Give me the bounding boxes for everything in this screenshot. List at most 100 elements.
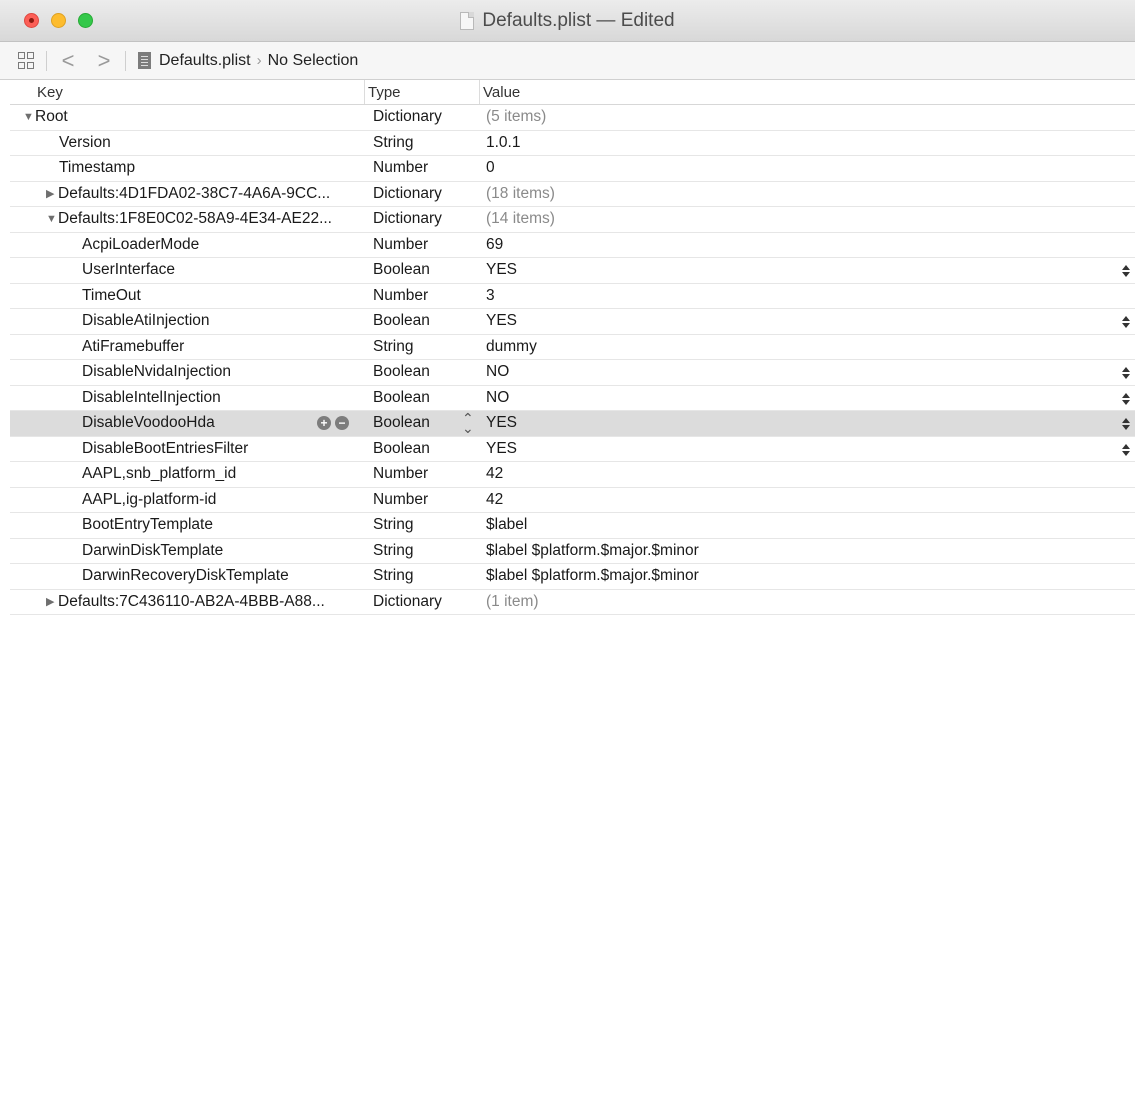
forward-button[interactable]: > — [93, 49, 115, 72]
row-type: Boolean — [373, 388, 430, 406]
row-value[interactable]: 69 — [480, 236, 1135, 254]
table-row[interactable]: ▶ Defaults:4D1FDA02-38C7-4A6A-9CC... Dict… — [10, 182, 1135, 207]
table-row[interactable]: ▶ Defaults:7C436110-AB2A-4BBB-A88... Dict… — [10, 590, 1135, 615]
add-item-icon[interactable]: + — [317, 416, 331, 430]
row-value[interactable]: dummy — [480, 338, 1135, 356]
table-row[interactable]: UserInterface Boolean YES — [10, 258, 1135, 284]
row-type: String — [373, 567, 414, 585]
row-key: AcpiLoaderMode — [82, 235, 200, 253]
row-key: TimeOut — [82, 286, 141, 304]
row-value[interactable]: $label — [480, 516, 1135, 534]
row-value[interactable]: $label $platform.$major.$minor — [480, 542, 1135, 560]
title-bar: Defaults.plist — Edited — [0, 0, 1135, 42]
table-row[interactable]: DisableIntelInjection Boolean NO — [10, 386, 1135, 411]
table-row[interactable]: ▼ Root Dictionary (5 items) — [10, 105, 1135, 131]
row-type: Dictionary — [373, 210, 442, 228]
row-value[interactable]: $label $platform.$major.$minor — [480, 567, 1135, 585]
row-edit-controls: + − — [317, 416, 349, 430]
row-type: String — [373, 337, 414, 355]
row-value[interactable]: YES — [480, 312, 1135, 330]
table-row[interactable]: Version String 1.0.1 — [10, 131, 1135, 156]
row-value[interactable]: 3 — [480, 287, 1135, 305]
table-row[interactable]: ▼ Defaults:1F8E0C02-58A9-4E34-AE22... Dic… — [10, 207, 1135, 233]
column-header-key[interactable]: Key — [10, 80, 365, 104]
row-type: Number — [373, 465, 429, 483]
row-key: DarwinRecoveryDiskTemplate — [82, 567, 289, 585]
row-value[interactable]: 42 — [480, 491, 1135, 509]
row-key: AAPL,snb_platform_id — [82, 465, 237, 483]
row-key: DisableNvidaInjection — [82, 363, 232, 381]
table-row[interactable]: DarwinDiskTemplate String $label $platfo… — [10, 539, 1135, 564]
divider — [125, 50, 126, 71]
breadcrumb-file[interactable]: Defaults.plist — [159, 52, 251, 70]
row-type: Boolean — [373, 312, 430, 330]
document-icon — [460, 12, 475, 30]
table-row[interactable]: AtiFramebuffer String dummy — [10, 335, 1135, 360]
disclosure-expanded-icon[interactable]: ▼ — [23, 111, 35, 123]
row-value[interactable]: YES — [480, 261, 1135, 279]
remove-item-icon[interactable]: − — [335, 416, 349, 430]
table-header: Key Type Value — [10, 80, 1135, 105]
breadcrumb-selection[interactable]: No Selection — [268, 52, 359, 70]
disclosure-collapsed-icon[interactable]: ▶ — [46, 595, 58, 608]
row-key: Defaults:7C436110-AB2A-4BBB-A88... — [58, 592, 325, 610]
row-type: Boolean — [373, 363, 430, 381]
row-value[interactable]: 1.0.1 — [480, 134, 1135, 152]
row-key: Defaults:1F8E0C02-58A9-4E34-AE22... — [58, 210, 332, 228]
row-key: BootEntryTemplate — [82, 516, 213, 534]
row-type: String — [373, 541, 414, 559]
table-row[interactable]: AAPL,ig-platform-id Number 42 — [10, 488, 1135, 513]
row-type: Dictionary — [373, 184, 442, 202]
column-header-value[interactable]: Value — [480, 84, 520, 101]
table-row-selected[interactable]: DisableVoodooHda + − Boolean ⌃ ⌄ YES — [10, 411, 1135, 437]
row-key: Defaults:4D1FDA02-38C7-4A6A-9CC... — [58, 184, 331, 202]
row-value[interactable]: YES — [480, 414, 1135, 432]
boolean-stepper[interactable] — [1121, 364, 1131, 382]
row-key: Root — [35, 108, 68, 126]
row-value: (18 items) — [486, 184, 555, 202]
table-row[interactable]: Timestamp Number 0 — [10, 156, 1135, 182]
row-type: Boolean — [373, 439, 430, 457]
table-row[interactable]: BootEntryTemplate String $label — [10, 513, 1135, 539]
table-row[interactable]: DarwinRecoveryDiskTemplate String $label… — [10, 564, 1135, 590]
back-button[interactable]: < — [57, 49, 79, 72]
row-key: DisableBootEntriesFilter — [82, 439, 249, 457]
row-key: DisableVoodooHda — [82, 414, 215, 432]
table-row[interactable]: DisableAtiInjection Boolean YES — [10, 309, 1135, 335]
row-type: Dictionary — [373, 108, 442, 126]
row-value[interactable]: NO — [480, 389, 1135, 407]
row-key: DarwinDiskTemplate — [82, 541, 224, 559]
table-row[interactable]: DisableBootEntriesFilter Boolean YES — [10, 437, 1135, 462]
row-value[interactable]: 0 — [480, 159, 1135, 177]
row-key: AAPL,ig-platform-id — [82, 490, 217, 508]
disclosure-expanded-icon[interactable]: ▼ — [46, 213, 58, 225]
row-key: Timestamp — [59, 159, 136, 177]
row-type: Number — [373, 235, 429, 253]
row-value[interactable]: NO — [480, 363, 1135, 381]
table-row[interactable]: AAPL,snb_platform_id Number 42 — [10, 462, 1135, 488]
boolean-stepper[interactable] — [1121, 415, 1131, 433]
column-header-type[interactable]: Type — [365, 80, 480, 104]
row-value: (1 item) — [486, 592, 539, 610]
boolean-stepper[interactable] — [1121, 441, 1131, 459]
related-items-icon[interactable] — [18, 51, 36, 70]
row-value: (14 items) — [486, 210, 555, 228]
row-key: AtiFramebuffer — [82, 337, 185, 355]
row-type: Number — [373, 159, 429, 177]
disclosure-collapsed-icon[interactable]: ▶ — [46, 187, 58, 200]
table-row[interactable]: DisableNvidaInjection Boolean NO — [10, 360, 1135, 386]
table-row[interactable]: AcpiLoaderMode Number 69 — [10, 233, 1135, 258]
row-type: Number — [373, 490, 429, 508]
row-value[interactable]: 42 — [480, 465, 1135, 483]
table-row[interactable]: TimeOut Number 3 — [10, 284, 1135, 309]
type-popup-chevron-icon[interactable]: ⌃ ⌄ — [462, 411, 474, 435]
boolean-stepper[interactable] — [1121, 390, 1131, 408]
row-value: (5 items) — [486, 108, 547, 126]
boolean-stepper[interactable] — [1121, 262, 1131, 280]
row-value[interactable]: YES — [480, 440, 1135, 458]
row-type: String — [373, 133, 414, 151]
row-type: String — [373, 516, 414, 534]
window-title: Defaults.plist — Edited — [482, 10, 675, 31]
plist-file-icon — [138, 52, 151, 69]
boolean-stepper[interactable] — [1121, 313, 1131, 331]
